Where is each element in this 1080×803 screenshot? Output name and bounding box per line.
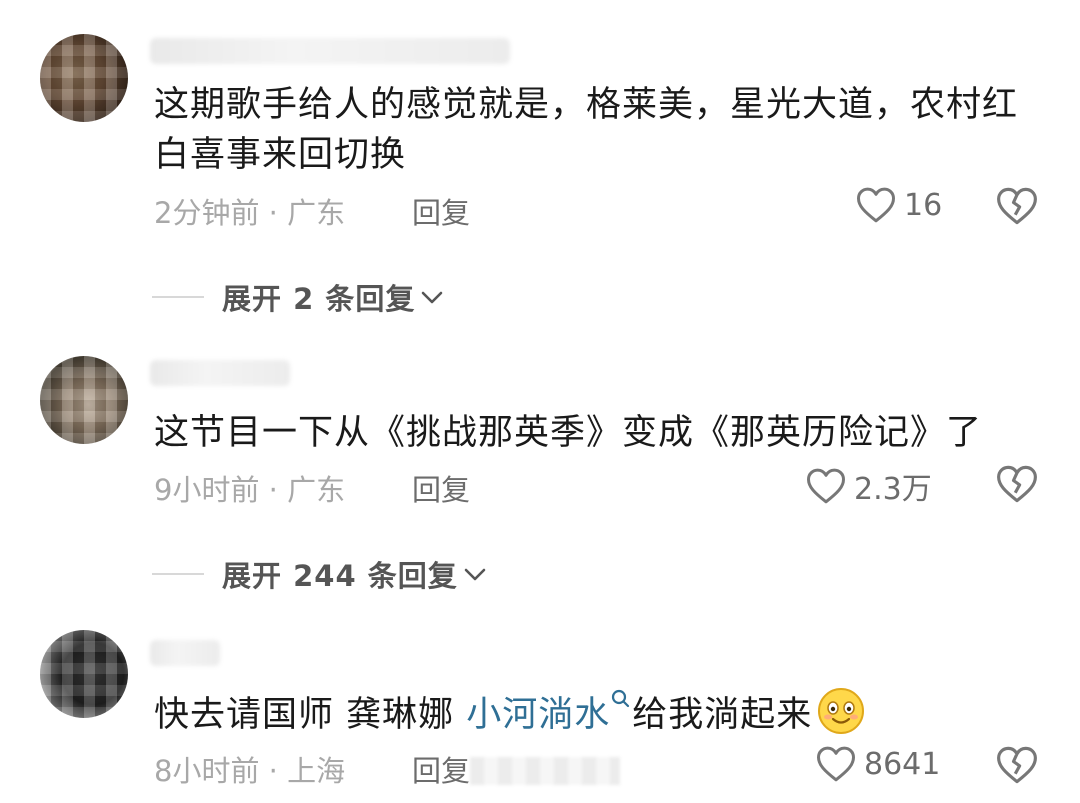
comment-text: 快去请国师 龚琳娜 小河淌水 给我淌起来 (154, 686, 1044, 740)
reply-button[interactable]: 回复 (412, 190, 470, 232)
heart-outline-icon (817, 746, 855, 782)
expand-replies-label: 展开 2 条回复 (222, 282, 416, 316)
expand-replies-button[interactable]: 展开 244 条回复 (152, 553, 488, 595)
like-button[interactable]: 16 (856, 186, 942, 224)
mention-link[interactable]: 小河淌水 (466, 695, 610, 735)
chevron-down-icon (464, 568, 486, 581)
comment-text-part: 给我淌起来 (632, 695, 813, 735)
chevron-down-icon (422, 291, 443, 304)
reply-button[interactable]: 回复 (412, 748, 470, 790)
like-count: 2.3万 (854, 472, 932, 507)
avatar[interactable] (40, 630, 128, 718)
like-count: 8641 (864, 746, 941, 782)
avatar[interactable] (40, 356, 128, 444)
watermark-redacted (470, 757, 620, 785)
comment-text: 这节目一下从《挑战那英季》变成《那英历险记》了 (154, 413, 983, 453)
comment-text-part: 快去请国师 龚琳娜 (154, 695, 467, 735)
username-redacted[interactable] (150, 38, 510, 64)
comment-meta: 9小时前 · 广东 (154, 473, 346, 507)
reply-button[interactable]: 回复 (412, 467, 470, 509)
like-button[interactable]: 2.3万 (806, 464, 932, 508)
comment-meta: 2分钟前 · 广东 (154, 196, 346, 230)
divider (152, 573, 204, 575)
username-redacted[interactable] (150, 640, 220, 666)
username-redacted[interactable] (150, 360, 290, 386)
search-icon[interactable] (610, 688, 632, 714)
avatar[interactable] (40, 34, 128, 122)
divider (152, 296, 204, 298)
like-count: 16 (904, 187, 943, 223)
heart-outline-icon (857, 187, 895, 223)
broken-heart-icon[interactable] (996, 464, 1038, 504)
like-button[interactable]: 8641 (816, 745, 940, 783)
expand-replies-label: 展开 244 条回复 (222, 559, 458, 593)
comment-text: 这期歌手给人的感觉就是，格莱美，星光大道，农村红白喜事来回切换 (154, 85, 1019, 175)
smiling-face-emoji (818, 688, 865, 734)
expand-replies-button[interactable]: 展开 2 条回复 (152, 276, 445, 318)
broken-heart-icon[interactable] (996, 186, 1038, 226)
heart-outline-icon (807, 468, 845, 504)
broken-heart-icon[interactable] (996, 745, 1038, 785)
comment-meta: 8小时前 · 上海 (154, 754, 346, 788)
